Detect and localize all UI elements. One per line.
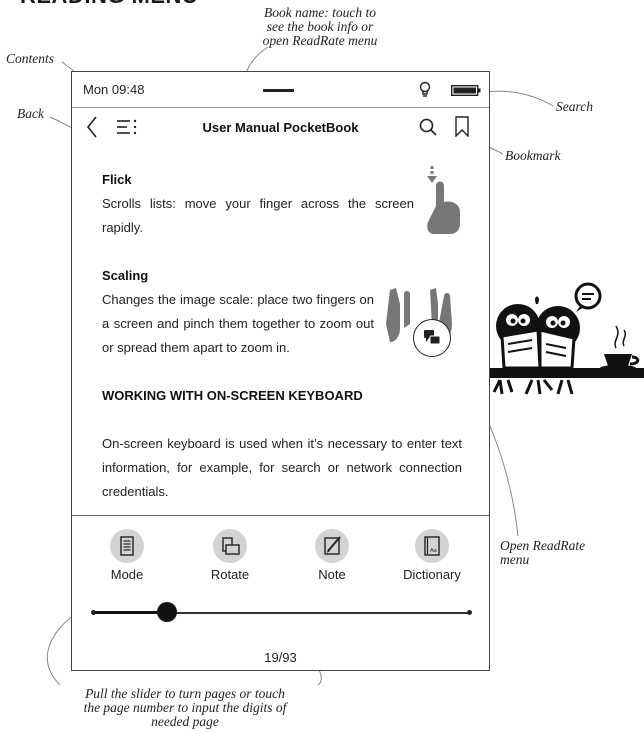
page-slider-fill [94, 611, 166, 614]
slider-end-dot [467, 610, 472, 615]
search-icon[interactable] [419, 118, 437, 136]
status-time: Mon 09:48 [83, 82, 145, 97]
scaling-section: Scaling Changes the image scale: place t… [102, 264, 374, 360]
reading-tools-row: Mode Rotate Note Aa Dictionary [72, 524, 489, 584]
scaling-title: Scaling [102, 268, 149, 283]
reading-toolbar: User Manual PocketBook [72, 108, 489, 146]
svg-text:Aa: Aa [430, 548, 438, 554]
scaling-text: Changes the image scale: place two finge… [102, 292, 374, 355]
note-button[interactable] [315, 529, 349, 563]
bookmark-icon[interactable] [455, 116, 469, 137]
page-slider-knob[interactable] [157, 602, 177, 622]
note-icon [324, 536, 341, 555]
readrate-mascot-illustration [488, 282, 644, 395]
rotate-icon [222, 537, 240, 555]
rotate-button[interactable] [213, 529, 247, 563]
swipe-handle-icon[interactable] [263, 89, 294, 92]
flick-hand-icon [427, 166, 460, 234]
flick-title: Flick [102, 172, 132, 187]
mode-icon [120, 536, 134, 556]
mode-button[interactable] [110, 529, 144, 563]
battery-icon [451, 85, 481, 96]
mode-label[interactable]: Mode [87, 567, 167, 582]
dictionary-icon: Aa [424, 536, 440, 556]
rotate-label[interactable]: Rotate [190, 567, 270, 582]
dictionary-label[interactable]: Dictionary [392, 567, 472, 582]
flick-section: Flick Scrolls lists: move your finger ac… [102, 168, 414, 240]
readrate-chat-icon [424, 330, 441, 345]
slider-start-dot [91, 610, 96, 615]
readrate-button[interactable] [413, 319, 451, 357]
panel-separator [72, 515, 489, 516]
note-label[interactable]: Note [292, 567, 372, 582]
flick-text: Scrolls lists: move your finger across t… [102, 196, 414, 235]
keyboard-heading: WORKING WITH ON-SCREEN KEYBOARD [102, 388, 363, 403]
keyboard-text: On-screen keyboard is used when it’s nec… [102, 436, 462, 499]
status-bar: Mon 09:48 [72, 72, 489, 108]
dictionary-button[interactable]: Aa [415, 529, 449, 563]
page-number[interactable]: 19/93 [72, 650, 489, 665]
device-screen: Mon 09:48 User Manual PocketBook Flick S… [71, 71, 490, 671]
lightbulb-icon[interactable] [418, 81, 432, 99]
